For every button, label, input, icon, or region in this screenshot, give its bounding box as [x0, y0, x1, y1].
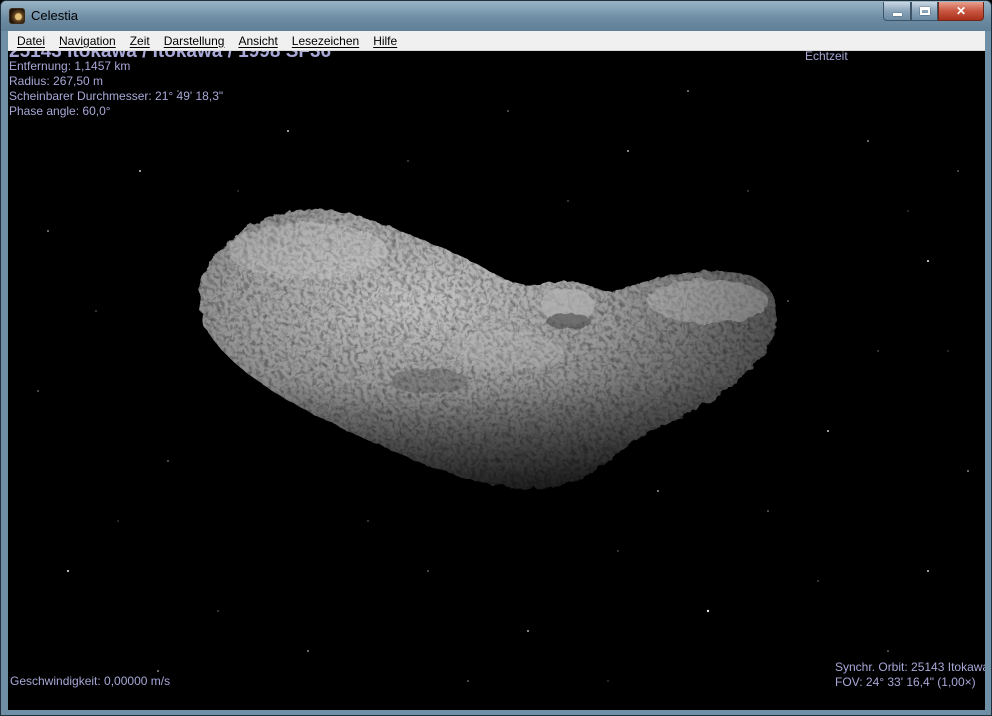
close-icon: ✕: [955, 4, 967, 18]
maximize-icon: [919, 7, 930, 15]
menu-darstellung[interactable]: Darstellung: [157, 31, 232, 51]
render-viewport[interactable]: 25143 Itokawa / Itokawa / 1998 SF36 Entf…: [8, 51, 985, 710]
radius-readout: Radius: 267,50 m: [9, 74, 104, 88]
maximize-button[interactable]: [911, 2, 938, 21]
close-button[interactable]: ✕: [938, 2, 984, 21]
minimize-button[interactable]: [883, 2, 911, 21]
menu-lesezeichen[interactable]: Lesezeichen: [285, 31, 366, 51]
sync-orbit-readout: Synchr. Orbit: 25143 Itokawa: [835, 660, 985, 674]
window-title: Celestia: [31, 8, 78, 23]
apparent-diameter-readout: Scheinbarer Durchmesser: 21° 49' 18,3": [9, 89, 224, 103]
minimize-icon: [892, 12, 902, 16]
space-scene: [37, 90, 969, 682]
fov-readout: FOV: 24° 33' 16,4" (1,00×): [835, 675, 976, 689]
celestia-window: Celestia ✕ Datei Navigation Zeit Darstel…: [0, 0, 992, 716]
sync-orbit-panel: Synchr. Orbit: 25143 Itokawa FOV: 24° 33…: [835, 660, 985, 690]
menu-hilfe[interactable]: Hilfe: [366, 31, 404, 51]
menu-navigation[interactable]: Navigation: [52, 31, 123, 51]
distance-readout: Entfernung: 1,1457 km: [9, 59, 131, 73]
object-info-panel: Entfernung: 1,1457 km Radius: 267,50 m S…: [9, 59, 223, 119]
celestia-app-icon[interactable]: [9, 8, 25, 24]
itokawa-asteroid: [199, 208, 777, 489]
time-mode-label: Echtzeit: [805, 51, 848, 63]
menu-datei[interactable]: Datei: [10, 31, 52, 51]
speed-readout: Geschwindigkeit: 0,00000 m/s: [10, 674, 171, 688]
menu-zeit[interactable]: Zeit: [123, 31, 157, 51]
menu-ansicht[interactable]: Ansicht: [231, 31, 284, 51]
title-bar[interactable]: Celestia ✕: [1, 1, 991, 31]
menu-bar: Datei Navigation Zeit Darstellung Ansich…: [8, 31, 985, 51]
phase-angle-readout: Phase angle: 60,0°: [9, 104, 111, 118]
